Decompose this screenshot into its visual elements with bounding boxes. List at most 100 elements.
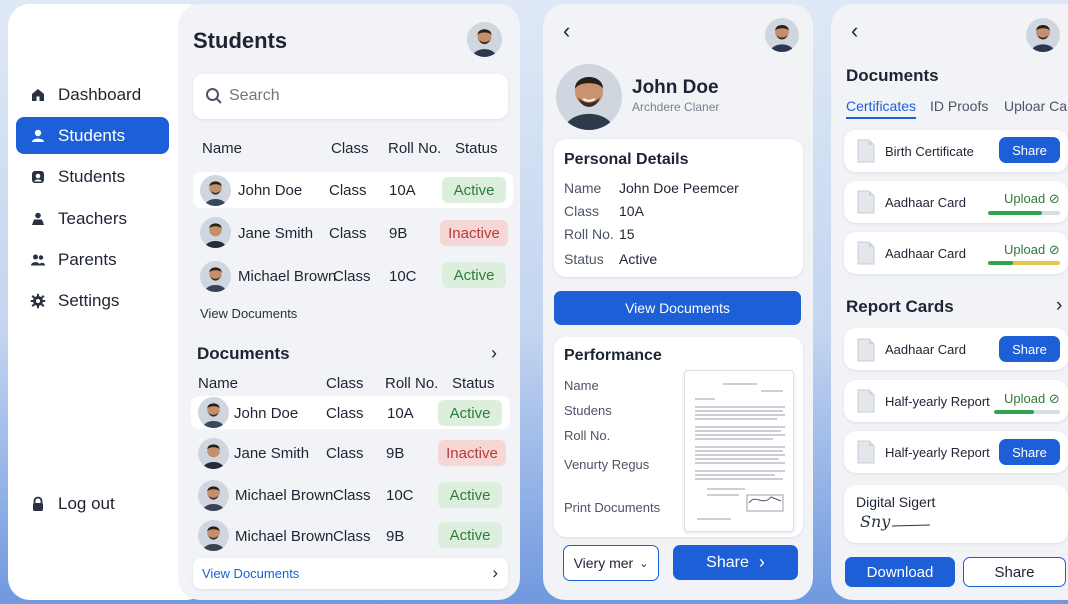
doc-col-roll: Roll No. — [385, 375, 439, 392]
select-dropdown[interactable]: Viery mer ⌄ — [563, 545, 659, 581]
doc-row-class: Class — [326, 445, 364, 462]
doc-row-roll: 10C — [386, 487, 414, 504]
document-name: Birth Certificate — [885, 144, 974, 159]
detail-label: Roll No. — [564, 226, 614, 242]
view-documents-link-label: View Documents — [202, 566, 300, 581]
document-name: Aadhaar Card — [885, 246, 966, 261]
document-icon — [856, 241, 876, 265]
nav-parents[interactable]: Parents — [16, 241, 169, 278]
share-button[interactable]: Share › — [673, 545, 798, 580]
share-outline-button[interactable]: Share — [963, 557, 1066, 587]
nav-students-2[interactable]: Students — [16, 158, 169, 195]
status-badge: Active — [438, 400, 502, 426]
profile-avatar — [556, 64, 622, 130]
student-icon — [30, 128, 46, 144]
check-circle-icon: ⊘ — [1048, 191, 1060, 206]
upload-button[interactable]: Upload ⊘ — [1004, 191, 1060, 207]
nav-students-label: Students — [58, 125, 126, 145]
nav-dashboard[interactable]: Dashboard — [16, 76, 169, 113]
search-icon — [205, 87, 223, 105]
row-roll: 9B — [389, 225, 408, 242]
row-name: Jane Smith — [238, 225, 314, 242]
share-button-label: Share — [706, 553, 749, 571]
header-avatar[interactable] — [467, 22, 502, 57]
search-field[interactable] — [193, 74, 508, 119]
col-name: Name — [202, 140, 243, 157]
tab-upload[interactable]: Uploar Ca — [1004, 98, 1067, 114]
view-documents-bar[interactable]: View Documents › — [193, 558, 508, 589]
tab-certificates[interactable]: Certificates — [846, 98, 916, 114]
chevron-right-icon: › — [492, 563, 498, 582]
teacher-icon — [30, 211, 46, 227]
row-class: Class — [333, 268, 371, 285]
view-documents-button[interactable]: View Documents — [554, 291, 801, 325]
row-name: John Doe — [238, 182, 303, 199]
document-preview[interactable] — [684, 370, 794, 532]
personal-details-title: Personal Details — [564, 151, 689, 168]
nav-settings-label: Settings — [58, 290, 120, 310]
nav-parents-label: Parents — [58, 249, 117, 269]
nav-teachers[interactable]: Teachers — [16, 200, 169, 237]
performance-title: Performance — [564, 347, 662, 364]
avatar — [200, 217, 231, 248]
view-documents-link[interactable]: View Documents — [200, 306, 297, 321]
nav-students-active[interactable]: Students — [16, 117, 169, 154]
detail-label: Name — [564, 180, 602, 196]
chevron-right-icon[interactable]: › — [1056, 295, 1062, 317]
document-name: Aadhaar Card — [885, 195, 966, 210]
chevron-down-icon: ⌄ — [639, 557, 649, 570]
detail-value: Active — [619, 251, 658, 267]
document-icon — [856, 389, 876, 413]
nav-dashboard-label: Dashboard — [58, 84, 142, 104]
doc-row-name: John Doe — [234, 405, 299, 422]
detail-value: John Doe Peemcer — [619, 180, 739, 196]
profile-name: John Doe — [632, 77, 719, 98]
upload-progress — [988, 211, 1060, 215]
performance-item: Name — [564, 378, 599, 393]
col-status: Status — [455, 140, 498, 157]
check-circle-icon: ⊘ — [1048, 242, 1060, 257]
search-input[interactable] — [229, 85, 489, 107]
detail-label: Class — [564, 203, 600, 219]
page-title: Students — [193, 28, 288, 53]
document-name: Half-yearly Report — [885, 445, 990, 460]
detail-value: 10A — [619, 203, 644, 219]
download-button[interactable]: Download — [845, 557, 955, 587]
share-button[interactable]: Share — [999, 439, 1060, 465]
upload-progress — [994, 410, 1060, 414]
signature-image: Sny — [858, 512, 932, 538]
document-icon — [856, 338, 876, 362]
profile-subtitle: Archdere Claner — [632, 100, 720, 114]
back-chevron-icon[interactable]: ‹ — [851, 18, 858, 44]
doc-row-name: Michael Brown — [235, 487, 334, 504]
doc-row-class: Class — [333, 528, 371, 545]
doc-col-class: Class — [326, 375, 364, 392]
tab-id-proofs[interactable]: ID Proofs — [930, 98, 988, 114]
document-name: Aadhaar Card — [885, 342, 966, 357]
row-roll: 10A — [389, 182, 416, 199]
chevron-right-icon[interactable]: › — [491, 343, 497, 364]
header-avatar[interactable] — [765, 18, 799, 52]
logout-button[interactable]: Log out — [16, 485, 169, 522]
doc-row-class: Class — [333, 487, 371, 504]
performance-item: Roll No. — [564, 428, 611, 443]
check-circle-icon: ⊘ — [1048, 391, 1060, 406]
print-documents-link[interactable]: Print Documents — [564, 500, 660, 515]
upload-label: Upload — [1004, 242, 1046, 257]
document-preview-icon — [695, 383, 785, 520]
report-cards-title: Report Cards — [846, 297, 954, 316]
status-badge: Active — [438, 482, 502, 508]
upload-button[interactable]: Upload ⊘ — [1004, 391, 1060, 407]
chevron-right-icon: › — [758, 552, 765, 572]
upload-button[interactable]: Upload ⊘ — [1004, 242, 1060, 258]
share-button[interactable]: Share — [999, 336, 1060, 362]
avatar — [198, 520, 229, 551]
share-button[interactable]: Share — [999, 137, 1060, 163]
tab-active-underline — [846, 117, 916, 119]
doc-row-class: Class — [326, 405, 364, 422]
status-badge: Inactive — [440, 220, 508, 246]
status-badge: Active — [442, 177, 506, 203]
back-chevron-icon[interactable]: ‹ — [563, 18, 570, 44]
nav-settings[interactable]: Settings — [16, 282, 169, 319]
header-avatar[interactable] — [1026, 18, 1060, 52]
